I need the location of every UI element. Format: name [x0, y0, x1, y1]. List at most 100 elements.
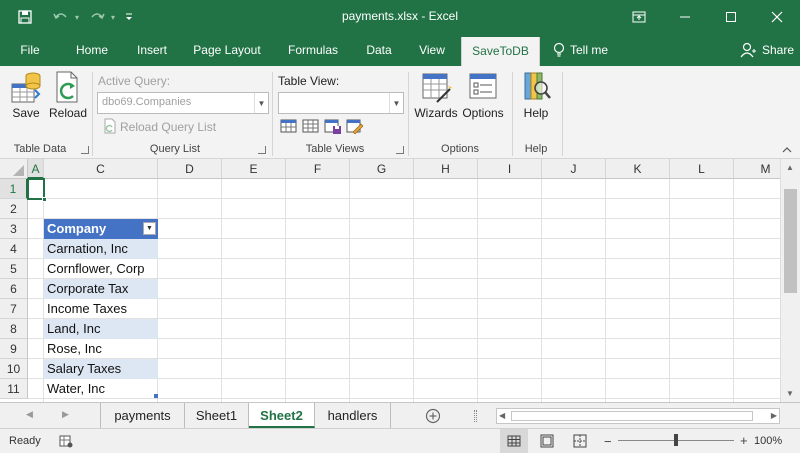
- share-button[interactable]: Share: [758, 34, 798, 66]
- active-query-select[interactable]: dbo69.Companies ▼: [97, 92, 269, 114]
- collapse-ribbon-icon[interactable]: [782, 146, 792, 157]
- redo-icon[interactable]: [86, 6, 108, 28]
- undo-icon[interactable]: [50, 6, 72, 28]
- table-data-dialog-launcher[interactable]: [81, 146, 89, 154]
- table-resize-handle[interactable]: [154, 394, 158, 398]
- table-cell[interactable]: Water, Inc: [44, 379, 158, 399]
- table-cell[interactable]: Rose, Inc: [44, 339, 158, 359]
- worksheet-grid[interactable]: A C D E F G H I J K L M 1 2 3 4 5 6 7 8 …: [0, 159, 800, 402]
- tab-savetodb[interactable]: SaveToDB: [461, 37, 540, 66]
- options-button[interactable]: Options: [460, 70, 506, 120]
- vertical-scrollbar[interactable]: ▲ ▼: [780, 159, 800, 402]
- row-header-5[interactable]: 5: [0, 259, 28, 279]
- customize-qat-icon[interactable]: [122, 6, 136, 28]
- row-header-8[interactable]: 8: [0, 319, 28, 339]
- undo-dropdown-icon[interactable]: ▾: [72, 6, 82, 28]
- reload-button[interactable]: Reload: [49, 70, 87, 120]
- view-edit-icon[interactable]: [346, 118, 364, 135]
- scroll-up-icon[interactable]: ▲: [786, 163, 794, 172]
- tell-me-search[interactable]: Tell me: [566, 34, 616, 66]
- row-header-10[interactable]: 10: [0, 359, 28, 379]
- column-header-c[interactable]: C: [44, 159, 158, 179]
- zoom-out-icon[interactable]: −: [604, 434, 612, 449]
- active-cell-a1[interactable]: [27, 178, 47, 202]
- tab-split-handle[interactable]: [474, 410, 477, 422]
- table-cell[interactable]: Income Taxes: [44, 299, 158, 319]
- scroll-right-icon[interactable]: ▶: [771, 411, 777, 420]
- column-header-k[interactable]: K: [606, 159, 670, 179]
- page-break-view-icon[interactable]: [573, 434, 587, 448]
- sheet-tab-payments[interactable]: payments: [101, 403, 185, 428]
- ribbon-display-options-button[interactable]: [616, 0, 662, 34]
- tab-data[interactable]: Data: [356, 34, 402, 66]
- table-views-dialog-launcher[interactable]: [396, 146, 404, 154]
- sheet-tab-sheet2[interactable]: Sheet2: [249, 403, 315, 428]
- sheet-tab-handlers[interactable]: handlers: [315, 403, 391, 428]
- column-header-g[interactable]: G: [350, 159, 414, 179]
- table-view-select[interactable]: ▼: [278, 92, 404, 114]
- zoom-in-icon[interactable]: +: [740, 433, 748, 448]
- row-header-11[interactable]: 11: [0, 379, 28, 399]
- help-button[interactable]: Help: [518, 70, 554, 120]
- view-grid-icon[interactable]: [280, 118, 298, 134]
- horizontal-scrollbar-thumb[interactable]: [511, 411, 753, 421]
- scroll-sheets-right-icon[interactable]: ▶: [62, 409, 69, 420]
- fill-handle[interactable]: [42, 197, 47, 202]
- sheet-tab-sheet1[interactable]: Sheet1: [185, 403, 249, 428]
- column-header-d[interactable]: D: [158, 159, 222, 179]
- column-header-h[interactable]: H: [414, 159, 478, 179]
- zoom-slider-thumb[interactable]: [674, 434, 678, 446]
- horizontal-scrollbar[interactable]: ◀ ▶: [496, 408, 780, 424]
- tab-insert[interactable]: Insert: [126, 34, 178, 66]
- scroll-sheets-left-icon[interactable]: ◀: [26, 409, 33, 420]
- tab-view[interactable]: View: [408, 34, 456, 66]
- tab-home[interactable]: Home: [66, 34, 118, 66]
- minimize-button[interactable]: [662, 0, 708, 34]
- column-header-e[interactable]: E: [222, 159, 286, 179]
- view-table-icon[interactable]: [302, 118, 320, 134]
- tab-file[interactable]: File: [10, 34, 50, 66]
- row-header-3[interactable]: 3: [0, 219, 28, 239]
- wizards-button[interactable]: Wizards: [413, 70, 459, 120]
- page-layout-view-icon[interactable]: [540, 434, 554, 448]
- column-header-j[interactable]: J: [542, 159, 606, 179]
- table-cell[interactable]: Land, Inc: [44, 319, 158, 339]
- maximize-button[interactable]: [708, 0, 754, 34]
- scroll-down-icon[interactable]: ▼: [786, 389, 794, 398]
- select-all-corner[interactable]: [0, 159, 28, 179]
- column-header-a[interactable]: A: [28, 159, 44, 179]
- table-cell[interactable]: Cornflower, Corp: [44, 259, 158, 279]
- new-sheet-icon[interactable]: [425, 408, 441, 424]
- view-save-icon[interactable]: [324, 118, 342, 134]
- redo-dropdown-icon[interactable]: ▾: [108, 6, 118, 28]
- reload-query-list-button[interactable]: Reload Query List: [120, 120, 216, 134]
- zoom-level[interactable]: 100%: [754, 435, 782, 447]
- save-label: Save: [12, 106, 40, 120]
- tell-me-icon[interactable]: [553, 42, 567, 58]
- row-header-9[interactable]: 9: [0, 339, 28, 359]
- save-button[interactable]: Save: [8, 70, 44, 120]
- table-cell[interactable]: Salary Taxes: [44, 359, 158, 379]
- row-header-4[interactable]: 4: [0, 239, 28, 259]
- column-header-i[interactable]: I: [478, 159, 542, 179]
- save-icon[interactable]: [14, 6, 36, 28]
- scrollbar-thumb[interactable]: [784, 189, 797, 293]
- row-header-2[interactable]: 2: [0, 199, 28, 219]
- query-list-dialog-launcher[interactable]: [258, 146, 266, 154]
- filter-dropdown-icon[interactable]: ▼: [143, 222, 156, 235]
- macro-recording-icon[interactable]: [59, 434, 73, 448]
- normal-view-button[interactable]: [500, 429, 528, 453]
- table-cell[interactable]: Corporate Tax: [44, 279, 158, 299]
- tab-formulas[interactable]: Formulas: [276, 34, 350, 66]
- table-header-company[interactable]: Company ▼: [44, 219, 158, 239]
- column-header-l[interactable]: L: [670, 159, 734, 179]
- table-cell[interactable]: Carnation, Inc: [44, 239, 158, 259]
- share-icon[interactable]: [740, 42, 756, 58]
- close-button[interactable]: [754, 0, 800, 34]
- column-header-f[interactable]: F: [286, 159, 350, 179]
- row-header-7[interactable]: 7: [0, 299, 28, 319]
- row-header-1[interactable]: 1: [0, 179, 28, 199]
- row-header-6[interactable]: 6: [0, 279, 28, 299]
- scroll-left-icon[interactable]: ◀: [499, 411, 505, 420]
- tab-page-layout[interactable]: Page Layout: [186, 34, 268, 66]
